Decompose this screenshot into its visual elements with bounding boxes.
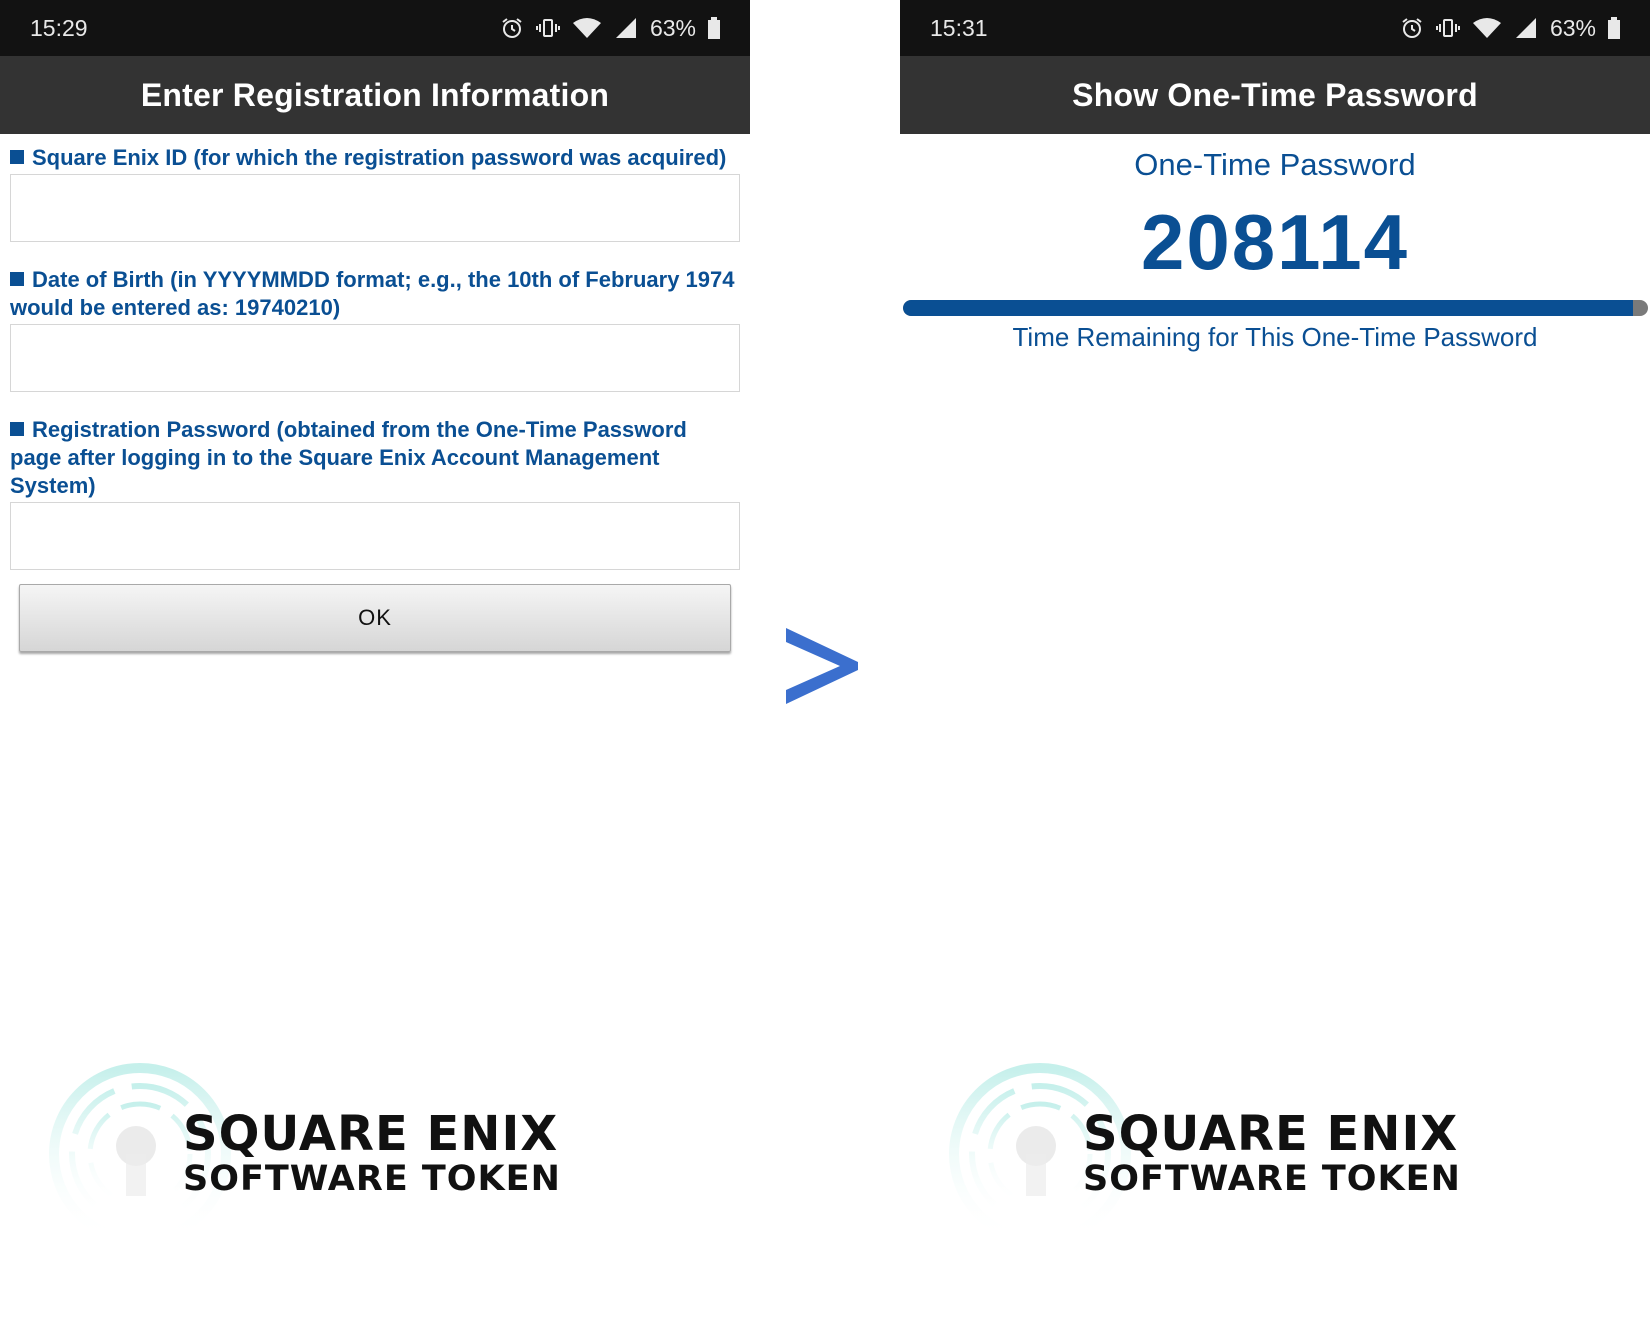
chevron-right-icon <box>786 628 858 704</box>
square-enix-logo: SQUARE ENIX SOFTWARE TOKEN <box>948 1062 1508 1242</box>
battery-icon <box>708 15 720 41</box>
field-label-text: Registration Password (obtained from the… <box>10 417 687 498</box>
vibrate-icon <box>1435 15 1460 41</box>
battery-icon <box>1608 15 1620 41</box>
page-title: Enter Registration Information <box>0 56 750 134</box>
logo-wordmark: SQUARE ENIX SOFTWARE TOKEN <box>183 1110 561 1197</box>
registration-form: Square Enix ID (for which the registrati… <box>0 134 750 652</box>
status-icons: 63% <box>1400 15 1620 42</box>
otp-code: 208114 <box>1141 198 1409 286</box>
alarm-icon <box>1400 15 1424 41</box>
square-enix-logo: SQUARE ENIX SOFTWARE TOKEN <box>48 1062 608 1242</box>
registration-screen: 15:29 63% Enter Registration Information… <box>0 0 750 1334</box>
registration-password-label: Registration Password (obtained from the… <box>10 406 740 500</box>
logo-wordmark: SQUARE ENIX SOFTWARE TOKEN <box>1083 1110 1461 1197</box>
battery-percent: 63% <box>1549 14 1596 41</box>
field-label-text: Date of Birth (in YYYYMMDD format; e.g.,… <box>10 267 735 320</box>
date-of-birth-label: Date of Birth (in YYYYMMDD format; e.g.,… <box>10 256 740 322</box>
date-of-birth-input[interactable] <box>10 324 740 392</box>
bullet-square-icon <box>10 150 24 164</box>
bullet-square-icon <box>10 422 24 436</box>
square-enix-id-label: Square Enix ID (for which the registrati… <box>10 134 740 172</box>
status-time: 15:29 <box>30 14 88 41</box>
alarm-icon <box>500 15 524 41</box>
page-title: Show One-Time Password <box>900 56 1650 134</box>
comparison-page: 15:29 63% Enter Registration Information… <box>0 0 1650 1334</box>
one-time-password-screen: 15:31 63% Show One-Time Password One-Tim… <box>900 0 1650 1334</box>
otp-title: One-Time Password <box>1134 147 1416 182</box>
status-time: 15:31 <box>930 14 988 41</box>
time-remaining-label: Time Remaining for This One-Time Passwor… <box>1012 322 1538 352</box>
logo-line-software-token: SOFTWARE TOKEN <box>1083 1159 1461 1199</box>
status-icons: 63% <box>500 15 720 42</box>
battery-percent: 63% <box>649 14 696 41</box>
registration-password-input[interactable] <box>10 502 740 570</box>
logo-line-software-token: SOFTWARE TOKEN <box>183 1159 561 1199</box>
time-remaining-fill <box>903 300 1634 316</box>
square-enix-id-input[interactable] <box>10 174 740 242</box>
logo-line-square-enix: SQUARE ENIX <box>1083 1106 1459 1162</box>
signal-icon <box>1514 15 1538 41</box>
wifi-icon <box>572 15 602 41</box>
time-remaining-bar <box>903 300 1648 316</box>
logo-line-square-enix: SQUARE ENIX <box>183 1106 559 1162</box>
wifi-icon <box>1472 15 1502 41</box>
field-label-text: Square Enix ID (for which the registrati… <box>32 145 727 170</box>
status-bar: 15:31 63% <box>900 0 1650 56</box>
status-bar: 15:29 63% <box>0 0 750 56</box>
signal-icon <box>614 15 638 41</box>
bullet-square-icon <box>10 272 24 286</box>
ok-button[interactable]: OK <box>19 584 731 652</box>
vibrate-icon <box>535 15 560 41</box>
otp-section: One-Time Password 208114 Time Remaining … <box>900 144 1650 353</box>
